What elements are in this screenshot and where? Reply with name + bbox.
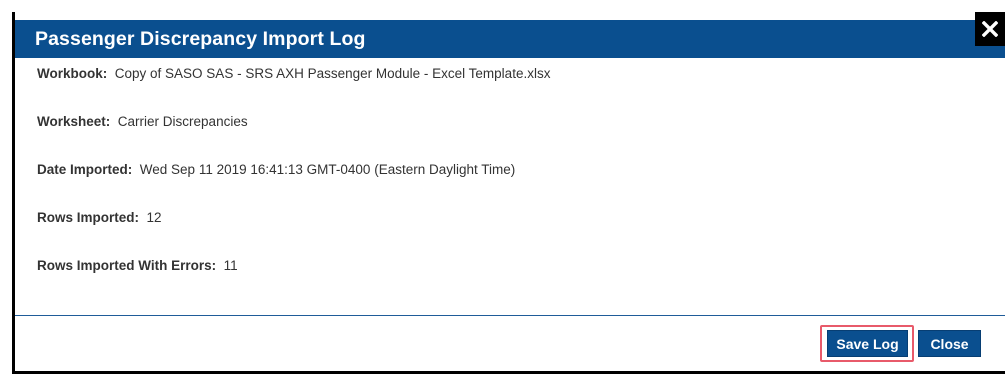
save-log-button[interactable]: Save Log xyxy=(827,330,908,357)
close-x-icon[interactable] xyxy=(975,12,1005,46)
dialog-titlebar: Passenger Discrepancy Import Log xyxy=(15,12,1005,58)
dialog-title: Passenger Discrepancy Import Log xyxy=(35,28,366,50)
close-button[interactable]: Close xyxy=(918,330,981,357)
field-value: Wed Sep 11 2019 16:41:13 GMT-0400 (Easte… xyxy=(139,162,516,177)
field-value: 12 xyxy=(146,210,162,225)
field-workbook: Workbook: Copy of SASO SAS - SRS AXH Pas… xyxy=(37,66,550,81)
field-label: Rows Imported: xyxy=(37,210,143,225)
field-rows-with-errors: Rows Imported With Errors: 11 xyxy=(37,258,238,273)
field-worksheet: Worksheet: Carrier Discrepancies xyxy=(37,114,248,129)
field-value: Carrier Discrepancies xyxy=(117,114,248,129)
field-value: 11 xyxy=(223,258,238,273)
footer-divider xyxy=(15,315,1005,316)
field-label: Worksheet: xyxy=(37,114,115,129)
field-rows-imported: Rows Imported: 12 xyxy=(37,210,162,225)
field-date-imported: Date Imported: Wed Sep 11 2019 16:41:13 … xyxy=(37,162,515,177)
field-label: Date Imported: xyxy=(37,162,137,177)
field-label: Rows Imported With Errors: xyxy=(37,258,220,273)
import-log-dialog: Passenger Discrepancy Import Log Workboo… xyxy=(12,12,1005,374)
field-label: Workbook: xyxy=(37,66,111,81)
field-value: Copy of SASO SAS - SRS AXH Passenger Mod… xyxy=(114,66,551,81)
